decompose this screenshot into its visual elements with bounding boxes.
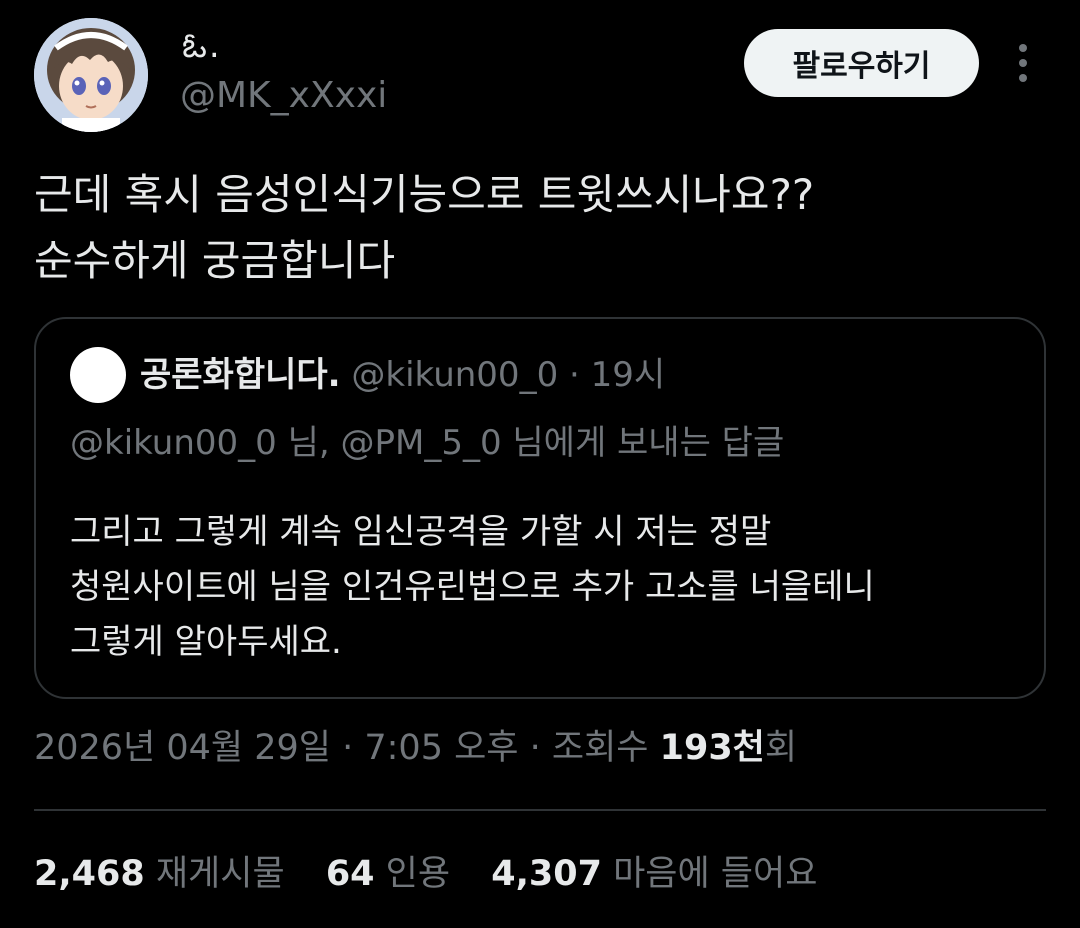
- engagement-stats: 2,468 재게시물 64 인용 4,307 마음에 들어요: [34, 850, 847, 898]
- likes-label: 마음에 들어요: [613, 854, 818, 894]
- views-count: 193천: [659, 728, 765, 768]
- quotes-stat[interactable]: 64 인용: [326, 850, 450, 898]
- tweet-text-line: 근데 혹시 음성인식기능으로 트윗쓰시나요??: [34, 170, 815, 219]
- quoted-author-avatar: [70, 347, 126, 403]
- author-handle[interactable]: @MK_xXxxi: [180, 74, 387, 118]
- more-vertical-icon[interactable]: [1008, 40, 1038, 86]
- quoted-tweet-text: 그리고 그렇게 계속 임신공격을 가할 시 저는 정말 청원사이트에 님을 인건…: [70, 505, 1030, 670]
- tweet-text: 근데 혹시 음성인식기능으로 트윗쓰시나요?? 순수하게 궁금합니다: [34, 162, 1044, 294]
- views-suffix: 회: [764, 728, 798, 768]
- quoted-tweet-meta: @kikun00_0 · 19시: [351, 355, 666, 395]
- quoted-tweet-card[interactable]: 공론화합니다. @kikun00_0 · 19시 @kikun00_0 님, @…: [34, 317, 1046, 699]
- quoted-text-line: 청원사이트에 님을 인건유린법으로 추가 고소를 너을테니: [70, 567, 875, 607]
- quoted-text-line: 그렇게 알아두세요.: [70, 622, 342, 662]
- retweets-label: 재게시물: [155, 854, 285, 894]
- quoted-reply-context: @kikun00_0 님, @PM_5_0 님에게 보내는 답글: [70, 423, 785, 463]
- quoted-tweet-header: 공론화합니다. @kikun00_0 · 19시: [140, 353, 665, 397]
- retweets-stat[interactable]: 2,468 재게시물: [34, 850, 285, 898]
- quoted-text-line: 그리고 그렇게 계속 임신공격을 가할 시 저는 정말: [70, 512, 772, 552]
- quotes-label: 인용: [385, 854, 451, 894]
- divider: [34, 809, 1046, 811]
- follow-button[interactable]: 팔로우하기: [744, 29, 979, 97]
- quotes-count: 64: [325, 854, 375, 894]
- quoted-author-name: 공론화합니다.: [140, 355, 341, 395]
- likes-count: 4,307: [491, 854, 602, 894]
- likes-stat[interactable]: 4,307 마음에 들어요: [491, 850, 817, 898]
- author-display-name[interactable]: ఓ.: [182, 26, 222, 66]
- tweet-text-line: 순수하게 궁금합니다: [34, 236, 396, 285]
- tweet-timestamp[interactable]: 2026년 04월 29일 · 7:05 오후 · 조회수: [34, 728, 660, 768]
- tweet-meta: 2026년 04월 29일 · 7:05 오후 · 조회수 193천회: [34, 724, 797, 772]
- retweets-count: 2,468: [34, 854, 145, 894]
- author-avatar[interactable]: [34, 18, 148, 132]
